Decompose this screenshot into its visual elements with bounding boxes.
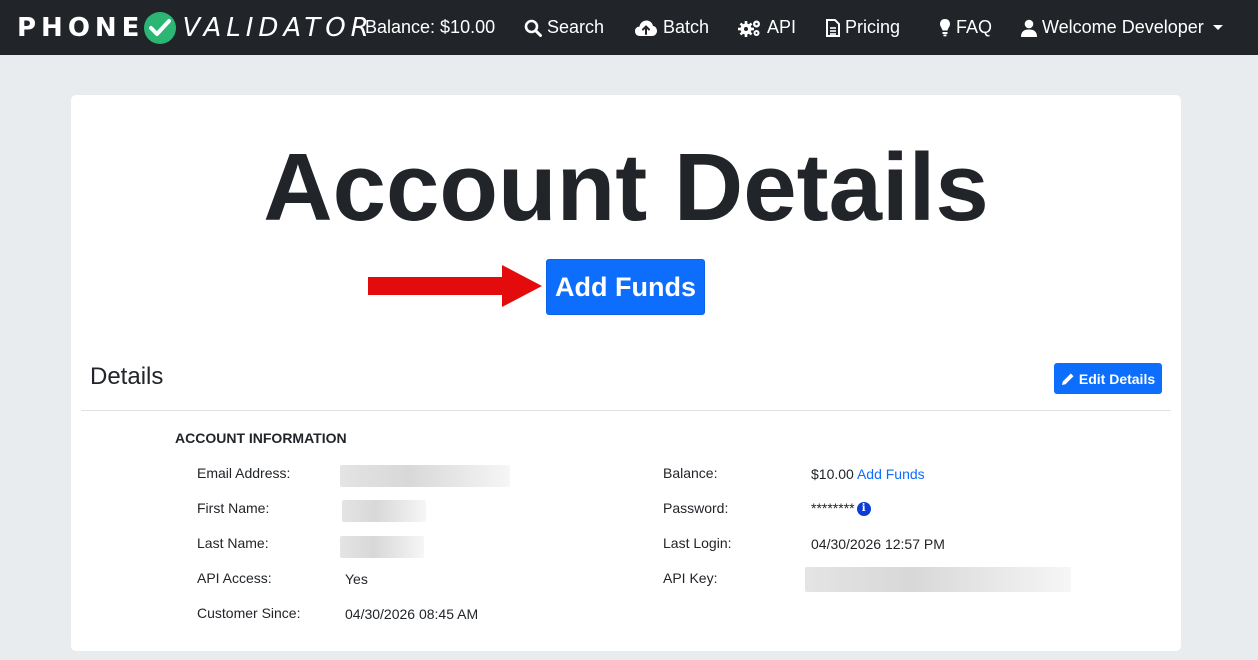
top-navbar: PHONE VALIDATOR Balance: $10.00 Search B…: [0, 0, 1258, 55]
nav-batch[interactable]: Batch: [634, 0, 709, 55]
last-login-label: Last Login:: [663, 535, 732, 551]
details-heading: Details: [90, 363, 164, 390]
account-details-card: Account Details Add Funds Details Edit D…: [71, 95, 1181, 651]
add-funds-link[interactable]: Add Funds: [857, 466, 925, 482]
first-name-label: First Name:: [197, 500, 270, 516]
cloud-upload-icon: [634, 19, 658, 37]
search-icon: [524, 19, 542, 37]
info-icon[interactable]: i: [856, 502, 871, 517]
last-name-value-redacted: [340, 536, 424, 558]
nav-api-label: API: [767, 17, 797, 37]
account-information-heading: ACCOUNT INFORMATION: [175, 430, 347, 446]
api-key-value-redacted: [805, 567, 1071, 592]
add-funds-button[interactable]: Add Funds: [546, 259, 705, 315]
customer-since-label: Customer Since:: [197, 605, 301, 621]
balance-value-group: $10.00 Add Funds: [811, 466, 925, 482]
last-login-value: 04/30/2026 12:57 PM: [811, 536, 945, 552]
password-value-group: ******** i: [811, 500, 871, 517]
page-title: Account Details: [263, 134, 989, 241]
api-access-label: API Access:: [197, 570, 272, 586]
nav-pricing[interactable]: Pricing: [826, 0, 900, 55]
nav-balance[interactable]: Balance: $10.00: [365, 0, 495, 55]
user-icon: [1021, 19, 1037, 37]
nav-batch-label: Batch: [663, 17, 710, 37]
brand-validator-text: VALIDATOR: [182, 13, 374, 43]
nav-user-menu[interactable]: Welcome Developer: [1021, 0, 1223, 55]
brand-logo[interactable]: PHONE VALIDATOR: [17, 11, 374, 45]
nav-search-label: Search: [547, 17, 605, 37]
balance-label: Balance:: [663, 465, 718, 481]
nav-faq[interactable]: FAQ: [939, 0, 992, 55]
last-name-label: Last Name:: [197, 535, 269, 551]
red-arrow-icon: [368, 265, 542, 307]
api-key-label: API Key:: [663, 570, 718, 586]
chevron-down-icon: [1212, 25, 1223, 30]
email-label: Email Address:: [197, 465, 291, 481]
nav-search[interactable]: Search: [524, 0, 604, 55]
pencil-icon: [1061, 372, 1075, 386]
lightbulb-icon: [939, 18, 951, 37]
nav-pricing-label: Pricing: [845, 17, 901, 37]
edit-details-label: Edit Details: [1078, 370, 1156, 387]
brand-phone-text: PHONE: [17, 13, 145, 43]
first-name-value-redacted: [342, 500, 426, 522]
nav-faq-label: FAQ: [956, 17, 993, 37]
nav-balance-label: Balance: $10.00: [365, 17, 496, 37]
nav-user-label: Welcome Developer: [1042, 17, 1204, 37]
nav-api[interactable]: API: [738, 0, 796, 55]
password-value: ********: [811, 500, 855, 516]
file-text-icon: [826, 18, 840, 37]
divider: [81, 410, 1171, 411]
email-value-redacted: [340, 465, 510, 487]
api-access-value: Yes: [345, 571, 368, 587]
balance-value: $10.00: [811, 466, 854, 482]
customer-since-value: 04/30/2026 08:45 AM: [345, 606, 479, 622]
cogs-icon: [738, 19, 762, 37]
check-icon: [144, 12, 177, 44]
edit-details-button[interactable]: Edit Details: [1054, 363, 1162, 394]
password-label: Password:: [663, 500, 729, 516]
